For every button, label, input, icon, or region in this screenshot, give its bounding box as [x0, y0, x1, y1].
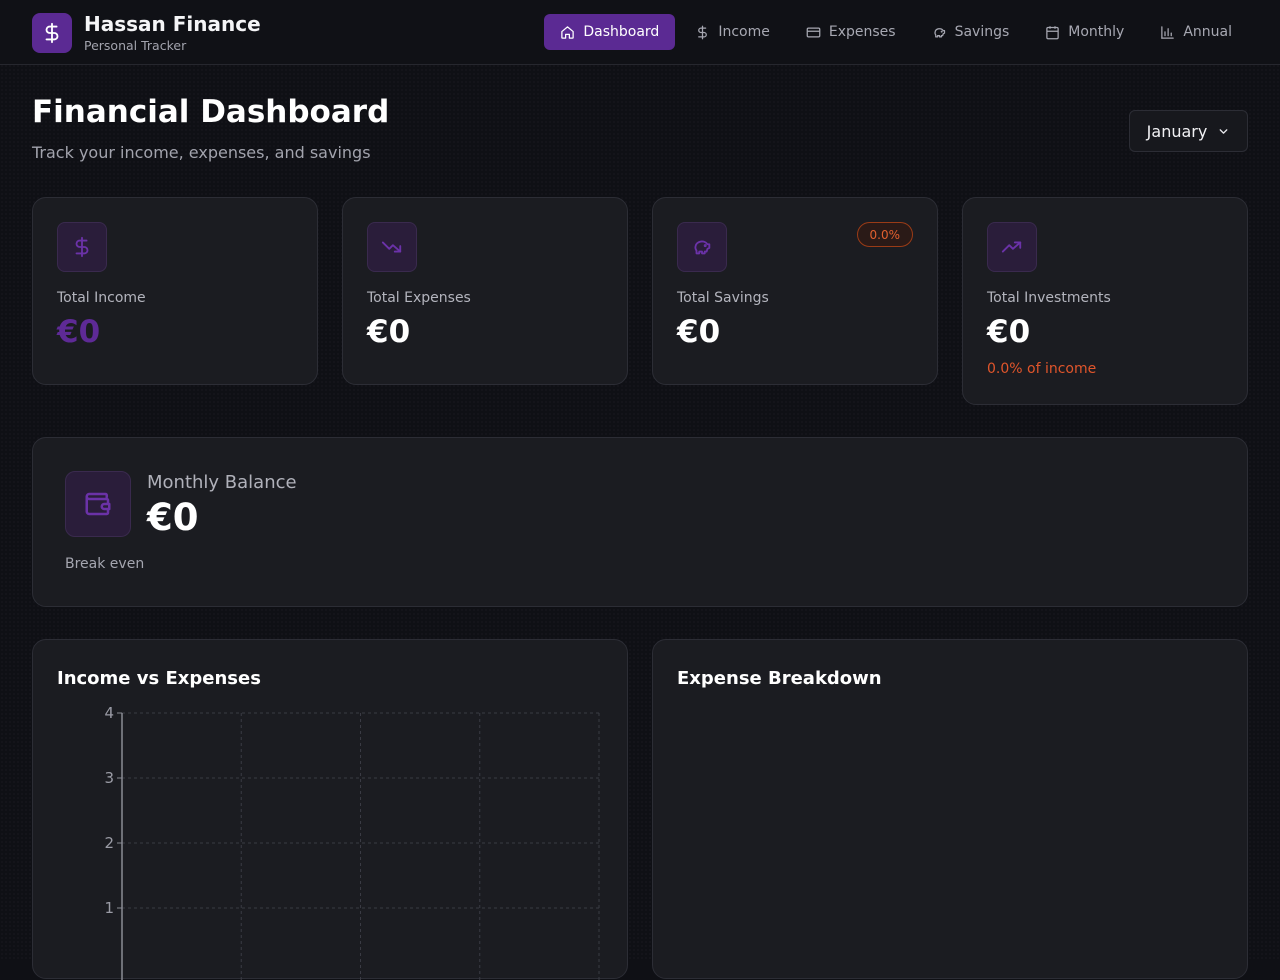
- nav-savings[interactable]: Savings: [916, 14, 1026, 50]
- stat-label: Total Investments: [987, 290, 1111, 306]
- dollar-icon: [32, 13, 72, 53]
- brand-name: Hassan Finance: [84, 12, 261, 36]
- nav-label: Dashboard: [583, 24, 660, 40]
- total-investments-card: Total Investments €0 0.0% of income: [962, 197, 1248, 405]
- y-axis-tick-label: 1: [104, 899, 114, 917]
- stat-value: €0: [367, 314, 411, 350]
- savings-rate-badge: 0.0%: [856, 222, 913, 247]
- chart-title: Expense Breakdown: [677, 668, 882, 689]
- income-vs-expenses-card: Income vs Expenses 1234: [32, 639, 628, 980]
- stat-label: Total Expenses: [367, 290, 471, 306]
- credit-card-icon: [806, 27, 821, 37]
- y-axis-tick-label: 3: [104, 769, 114, 787]
- brand-subtitle: Personal Tracker: [84, 38, 187, 53]
- wallet-icon: [65, 471, 131, 537]
- nav-label: Annual: [1183, 24, 1232, 40]
- nav-income[interactable]: Income: [679, 14, 786, 50]
- nav-label: Expenses: [828, 24, 896, 40]
- y-axis-tick-label: 2: [104, 834, 114, 852]
- nav-expenses[interactable]: Expenses: [790, 14, 912, 50]
- nav-annual[interactable]: Annual: [1144, 14, 1248, 50]
- trending-down-icon: [367, 222, 417, 272]
- dollar-icon: [698, 25, 708, 39]
- nav-label: Savings: [954, 24, 1010, 40]
- stat-value: €0: [57, 314, 101, 350]
- nav-label: Monthly: [1068, 24, 1125, 40]
- total-income-card: Total Income €0: [32, 197, 318, 385]
- stat-label: Total Income: [57, 290, 146, 306]
- income-vs-expenses-chart: 1 2 3 4: [104, 704, 600, 980]
- stat-value: €0: [987, 314, 1031, 350]
- y-axis-tick-label: 4: [104, 704, 114, 722]
- calendar-icon: [1046, 25, 1060, 39]
- nav-label: Income: [718, 24, 770, 40]
- month-select-value: January: [1146, 121, 1208, 141]
- month-select[interactable]: January: [1129, 110, 1248, 152]
- nav-dashboard[interactable]: Dashboard: [544, 14, 676, 50]
- main-nav: Dashboard Income Expenses Savings Monthl…: [544, 14, 1248, 50]
- top-navigation-bar: Hassan Finance Personal Tracker Dashboar…: [0, 0, 1280, 65]
- piggy-bank-icon: [677, 222, 727, 272]
- bar-chart-icon: [1161, 25, 1175, 39]
- balance-value: €0: [147, 496, 199, 539]
- total-expenses-card: Total Expenses €0: [342, 197, 628, 385]
- total-savings-card: 0.0% Total Savings €0: [652, 197, 938, 385]
- monthly-balance-card: Monthly Balance €0 Break even: [32, 437, 1248, 607]
- balance-label: Monthly Balance: [147, 472, 297, 493]
- trending-up-icon: [987, 222, 1037, 272]
- chevron-down-icon: [1219, 128, 1228, 134]
- stat-value: €0: [677, 314, 721, 350]
- nav-monthly[interactable]: Monthly: [1029, 14, 1140, 50]
- home-icon: [561, 25, 575, 39]
- expense-breakdown-card: Expense Breakdown: [652, 639, 1248, 979]
- page-subtitle: Track your income, expenses, and savings: [32, 143, 371, 162]
- stat-label: Total Savings: [677, 290, 769, 306]
- piggy-bank-icon: [933, 27, 945, 37]
- page-title: Financial Dashboard: [32, 94, 390, 130]
- investments-percent-note: 0.0% of income: [987, 361, 1097, 377]
- dollar-icon: [57, 222, 107, 272]
- brand[interactable]: Hassan Finance Personal Tracker: [32, 12, 261, 54]
- balance-status: Break even: [65, 556, 145, 572]
